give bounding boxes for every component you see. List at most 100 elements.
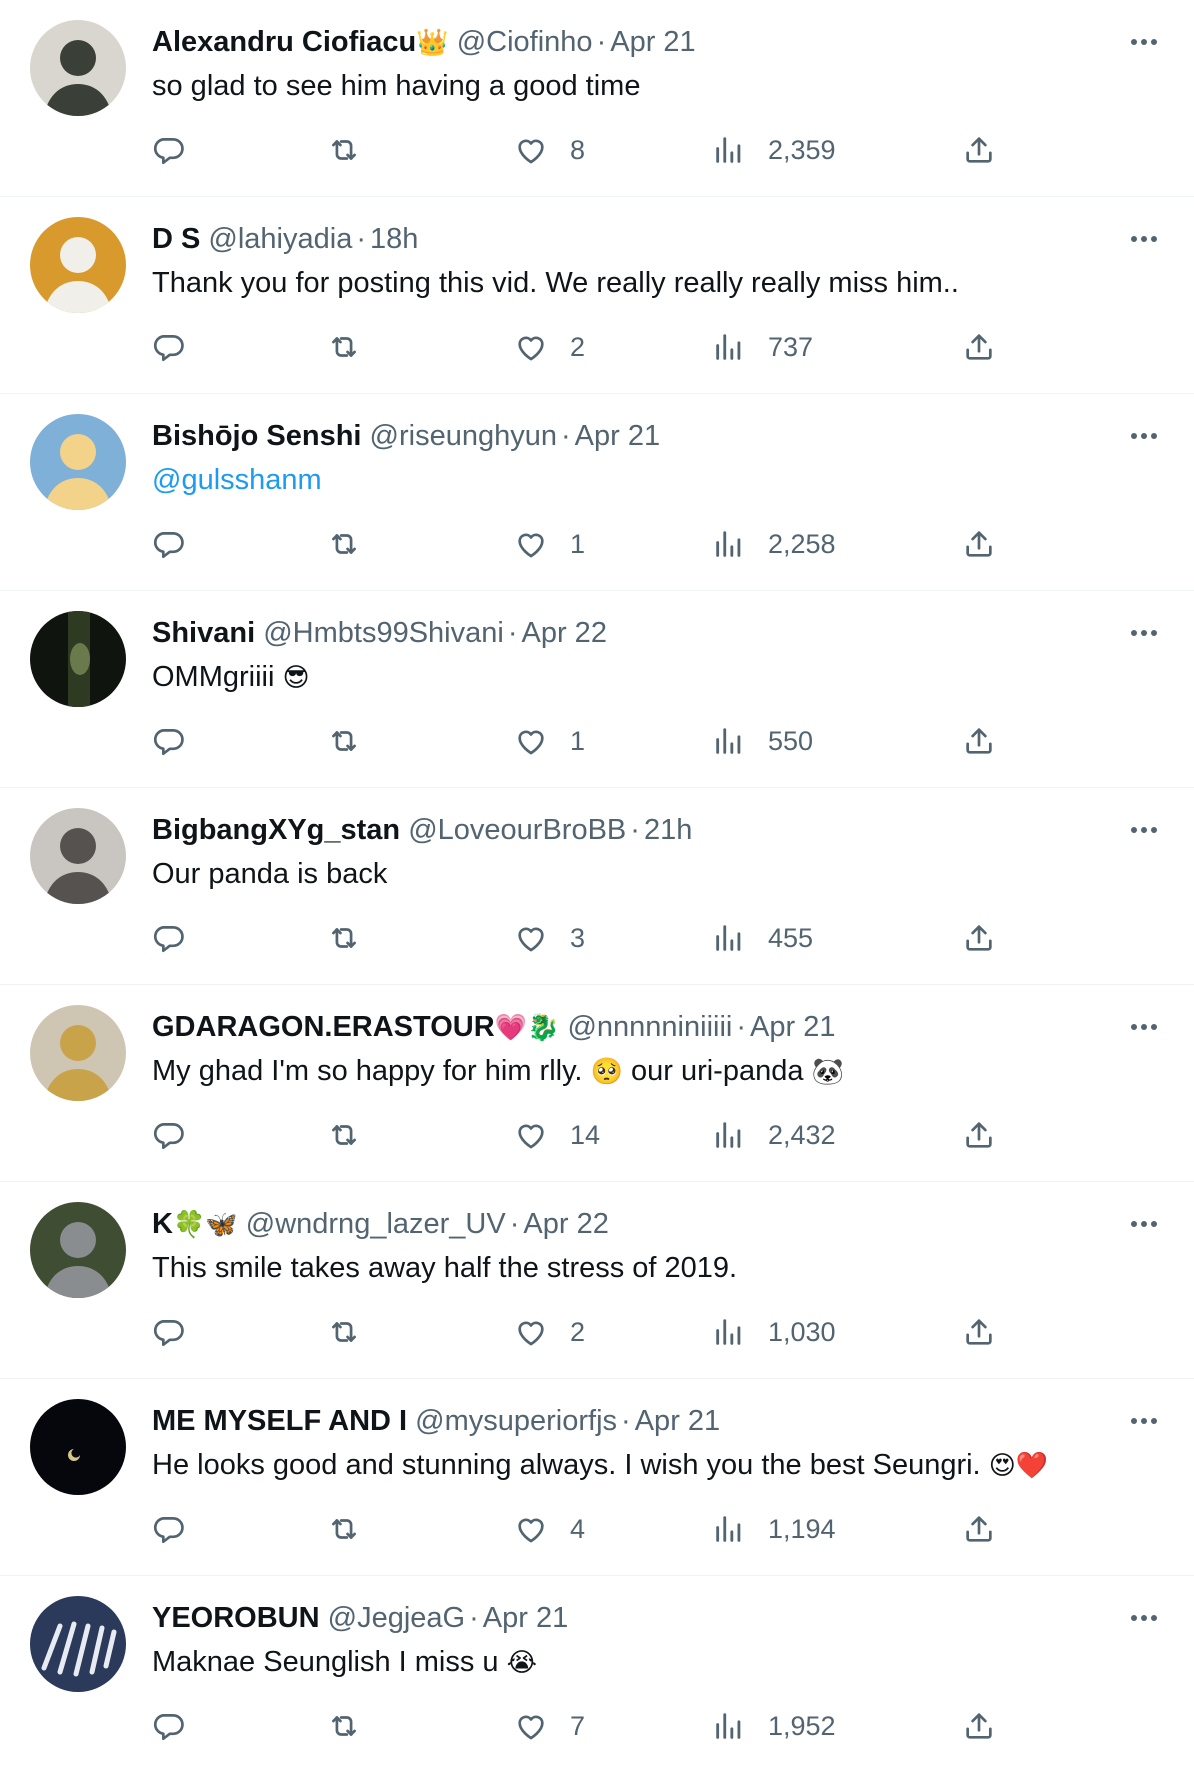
tweet-reply[interactable]: K🍀🦋 @wndrng_lazer_UV · Apr 22 This smile ta…	[0, 1182, 1194, 1379]
reply-button[interactable]	[152, 711, 186, 771]
tweet-reply[interactable]: D S @lahiyadia · 18h Thank you for posting …	[0, 197, 1194, 394]
share-button[interactable]	[962, 1499, 996, 1559]
reply-button[interactable]	[152, 1105, 186, 1165]
tweet-reply[interactable]: Shivani @Hmbts99Shivani · Apr 22 OMMgriiii …	[0, 591, 1194, 788]
timestamp[interactable]: 18h	[370, 223, 418, 255]
retweet-button[interactable]	[327, 1302, 361, 1362]
more-horizontal-icon[interactable]	[1124, 613, 1164, 653]
views-button[interactable]: 1,194	[712, 1499, 836, 1559]
share-button[interactable]	[962, 711, 996, 771]
retweet-button[interactable]	[327, 1696, 361, 1756]
avatar-dark-forest[interactable]	[30, 611, 126, 707]
display-name[interactable]: BigbangXYg_stan	[152, 814, 400, 846]
tweet-reply[interactable]: YEOROBUN @JegjeaG · Apr 21 Maknae Seunglish…	[0, 1576, 1194, 1773]
display-name[interactable]: Alexandru Ciofiacu	[152, 26, 416, 58]
like-button[interactable]: 1	[514, 711, 585, 771]
more-horizontal-icon[interactable]	[1124, 416, 1164, 456]
timestamp[interactable]: Apr 21	[575, 420, 660, 452]
reply-button[interactable]	[152, 1696, 186, 1756]
retweet-button[interactable]	[327, 317, 361, 377]
timestamp[interactable]: Apr 21	[635, 1405, 720, 1437]
timestamp[interactable]: Apr 21	[483, 1602, 568, 1634]
share-button[interactable]	[962, 1302, 996, 1362]
retweet-button[interactable]	[327, 120, 361, 180]
retweet-button[interactable]	[327, 908, 361, 968]
avatar-woman-suit[interactable]	[30, 1202, 126, 1298]
display-name[interactable]: K	[152, 1208, 173, 1240]
avatar-person-glasses[interactable]	[30, 217, 126, 313]
timestamp[interactable]: Apr 22	[523, 1208, 608, 1240]
display-name[interactable]: GDARAGON.ERASTOUR	[152, 1011, 495, 1043]
retweet-button[interactable]	[327, 711, 361, 771]
views-button[interactable]: 1,952	[712, 1696, 836, 1756]
user-handle[interactable]: @Ciofinho	[457, 26, 593, 58]
like-button[interactable]: 3	[514, 908, 585, 968]
views-button[interactable]: 455	[712, 908, 813, 968]
tweet-reply[interactable]: ME MYSELF AND I @mysuperiorfjs · Apr 21 He …	[0, 1379, 1194, 1576]
more-horizontal-icon[interactable]	[1124, 1598, 1164, 1638]
retweet-button[interactable]	[327, 1105, 361, 1165]
avatar-person-cap[interactable]	[30, 808, 126, 904]
timestamp[interactable]: 21h	[644, 814, 692, 846]
share-button[interactable]	[962, 1105, 996, 1165]
tweet-reply[interactable]: Alexandru Ciofiacu👑 @Ciofinho · Apr 21 so g…	[0, 0, 1194, 197]
like-button[interactable]: 2	[514, 317, 585, 377]
like-button[interactable]: 4	[514, 1499, 585, 1559]
like-button[interactable]: 8	[514, 120, 585, 180]
display-name[interactable]: ME MYSELF AND I	[152, 1405, 407, 1437]
more-horizontal-icon[interactable]	[1124, 1401, 1164, 1441]
user-handle[interactable]: @mysuperiorfjs	[415, 1405, 617, 1437]
more-horizontal-icon[interactable]	[1124, 1204, 1164, 1244]
display-name[interactable]: Bishōjo Senshi	[152, 420, 361, 452]
more-horizontal-icon[interactable]	[1124, 219, 1164, 259]
timestamp[interactable]: Apr 22	[522, 617, 607, 649]
user-handle[interactable]: @JegjeaG	[328, 1602, 465, 1634]
user-handle[interactable]: @LoveourBroBB	[408, 814, 626, 846]
views-button[interactable]: 2,359	[712, 120, 836, 180]
views-button[interactable]: 2,258	[712, 514, 836, 574]
timestamp[interactable]: Apr 21	[750, 1011, 835, 1043]
reply-button[interactable]	[152, 120, 186, 180]
tweet-reply[interactable]: Bishōjo Senshi @riseunghyun · Apr 21 @gulss…	[0, 394, 1194, 591]
user-handle[interactable]: @riseunghyun	[370, 420, 557, 452]
user-handle[interactable]: @wndrng_lazer_UV	[246, 1208, 506, 1240]
more-horizontal-icon[interactable]	[1124, 22, 1164, 62]
share-button[interactable]	[962, 514, 996, 574]
user-handle[interactable]: @Hmbts99Shivani	[263, 617, 504, 649]
like-button[interactable]: 7	[514, 1696, 585, 1756]
avatar-man-sunglasses[interactable]	[30, 20, 126, 116]
avatar-anime-girl[interactable]	[30, 414, 126, 510]
reply-button[interactable]	[152, 908, 186, 968]
like-button[interactable]: 14	[514, 1105, 600, 1165]
avatar-lightsticks[interactable]	[30, 1596, 126, 1692]
tweet-reply[interactable]: BigbangXYg_stan @LoveourBroBB · 21h Our pan…	[0, 788, 1194, 985]
retweet-button[interactable]	[327, 514, 361, 574]
more-horizontal-icon[interactable]	[1124, 1007, 1164, 1047]
share-button[interactable]	[962, 120, 996, 180]
user-handle[interactable]: @lahiyadia	[208, 223, 352, 255]
more-horizontal-icon[interactable]	[1124, 810, 1164, 850]
views-button[interactable]: 1,030	[712, 1302, 836, 1362]
avatar-moon-night[interactable]	[30, 1399, 126, 1495]
share-button[interactable]	[962, 1696, 996, 1756]
user-handle[interactable]: @nnnnniniiiii	[567, 1011, 732, 1043]
timestamp[interactable]: Apr 21	[610, 26, 695, 58]
retweet-button[interactable]	[327, 1499, 361, 1559]
tweet-reply[interactable]: GDARAGON.ERASTOUR💗🐉 @nnnnniniiiii · Apr 21…	[0, 985, 1194, 1182]
share-button[interactable]	[962, 908, 996, 968]
display-name[interactable]: YEOROBUN	[152, 1602, 320, 1634]
reply-button[interactable]	[152, 317, 186, 377]
avatar-woman-gold-mask[interactable]	[30, 1005, 126, 1101]
mention-link[interactable]: @gulsshanm	[152, 464, 322, 496]
display-name[interactable]: Shivani	[152, 617, 255, 649]
like-button[interactable]: 2	[514, 1302, 585, 1362]
share-button[interactable]	[962, 317, 996, 377]
display-name[interactable]: D S	[152, 223, 200, 255]
views-button[interactable]: 2,432	[712, 1105, 836, 1165]
views-button[interactable]: 737	[712, 317, 813, 377]
reply-button[interactable]	[152, 1499, 186, 1559]
like-button[interactable]: 1	[514, 514, 585, 574]
views-button[interactable]: 550	[712, 711, 813, 771]
reply-button[interactable]	[152, 514, 186, 574]
reply-button[interactable]	[152, 1302, 186, 1362]
